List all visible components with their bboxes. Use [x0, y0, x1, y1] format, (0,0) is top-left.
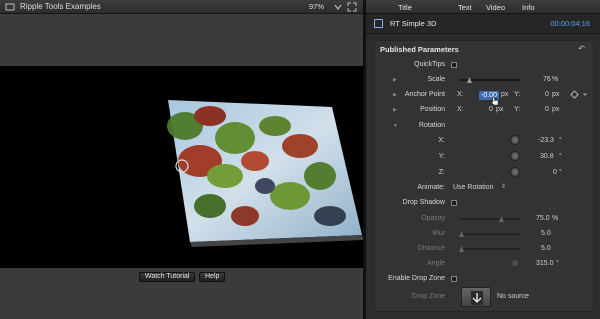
enable-drop-zone-label: Enable Drop Zone: [388, 275, 445, 282]
tab-title[interactable]: Title: [398, 3, 412, 12]
rotation-z-value[interactable]: 0: [553, 169, 557, 176]
rotation-y-unit: °: [559, 153, 562, 160]
video-canvas[interactable]: [0, 66, 363, 268]
tab-video[interactable]: Video: [486, 3, 505, 12]
animate-popup[interactable]: Use Rotation: [453, 184, 493, 191]
viewer-background-top: [0, 14, 363, 66]
rotation-y-label: Y:: [438, 153, 445, 160]
angle-dial[interactable]: [510, 258, 520, 268]
drop-shadow-label: Drop Shadow: [402, 199, 445, 206]
rotation-z-label: Z:: [438, 169, 445, 176]
slider-track: [459, 218, 521, 220]
blur-label: Blur: [432, 230, 445, 237]
tab-text[interactable]: Text: [458, 3, 472, 12]
keyframe-icon[interactable]: [570, 90, 579, 99]
blur-slider[interactable]: [459, 231, 521, 237]
viewer-panel: Ripple Tools Examples 97% Watch Tutorial…: [0, 0, 363, 319]
inspector-tabs: Title Text Video Info: [366, 0, 600, 14]
disclosure-triangle-open-icon[interactable]: ▼: [393, 123, 398, 129]
viewer-menu-icon[interactable]: [5, 2, 15, 12]
position-x-value[interactable]: 0: [489, 106, 493, 113]
drop-zone-source: No source: [497, 293, 529, 300]
tab-info[interactable]: Info: [522, 3, 535, 12]
inspector-panel: Title Text Video Info RT Simple 3D 00:00…: [366, 0, 600, 319]
drop-zone-label: Drop Zone: [411, 293, 445, 300]
distance-slider[interactable]: [459, 246, 521, 252]
rotation-z-unit: °: [559, 169, 562, 176]
reset-icon[interactable]: ↶: [578, 44, 585, 53]
rotation-x-label: X:: [438, 137, 445, 144]
anchor-y-value[interactable]: 0: [545, 91, 549, 98]
opacity-value[interactable]: 75.0: [536, 215, 550, 222]
position-y-value[interactable]: 0: [545, 106, 549, 113]
position-label: Position: [420, 106, 445, 113]
cursor-hand-icon: [491, 95, 499, 105]
disclosure-triangle-icon[interactable]: ▶: [393, 77, 397, 83]
scale-unit: %: [552, 76, 559, 83]
slider-track: [459, 233, 521, 235]
anchor-y-label: Y:: [514, 91, 521, 98]
watch-tutorial-button[interactable]: Watch Tutorial: [139, 272, 196, 282]
distance-label: Distance: [417, 245, 445, 252]
angle-unit: °: [556, 260, 559, 267]
slider-track: [459, 248, 521, 250]
scale-label: Scale: [427, 76, 445, 83]
anchor-point-label: Anchor Point: [404, 91, 445, 98]
effect-icon: [374, 19, 383, 28]
rotation-label: Rotation: [418, 122, 445, 129]
rotation-x-value[interactable]: -23.3: [538, 137, 554, 144]
rotation-x-unit: °: [559, 137, 562, 144]
angle-value[interactable]: 315.0: [536, 260, 554, 267]
rotation-x-dial[interactable]: [510, 135, 520, 145]
effect-name: RT Simple 3D: [390, 19, 437, 28]
chevron-down-icon[interactable]: [333, 2, 343, 12]
drop-shadow-checkbox[interactable]: [451, 200, 457, 206]
rotated-video-frame: [167, 100, 363, 247]
blur-value[interactable]: 5.0: [541, 230, 551, 237]
distance-value[interactable]: 5.0: [541, 245, 551, 252]
chevron-down-icon[interactable]: [582, 91, 588, 98]
fullscreen-icon[interactable]: [347, 2, 357, 12]
position-y-unit: px: [552, 106, 560, 113]
section-title: Published Parameters: [380, 45, 459, 54]
animate-label: Animate:: [417, 184, 445, 191]
effect-header: RT Simple 3D 00:00:04;16: [366, 14, 600, 34]
drop-zone-well[interactable]: [461, 287, 491, 307]
rotation-y-dial[interactable]: [510, 151, 520, 161]
quicktips-label: QuickTips: [414, 61, 445, 68]
position-x-label: X:: [457, 106, 464, 113]
quicktips-checkbox[interactable]: [451, 62, 457, 68]
anchor-x-unit: px: [501, 91, 509, 98]
position-x-unit: px: [496, 106, 504, 113]
disclosure-triangle-icon[interactable]: ▶: [393, 92, 397, 98]
opacity-label: Opacity: [421, 215, 445, 222]
angle-label: Angle: [427, 260, 445, 267]
opacity-unit: %: [552, 215, 559, 222]
disclosure-triangle-icon[interactable]: ▶: [393, 107, 397, 113]
rotation-y-value[interactable]: 30.8: [540, 153, 554, 160]
scale-value[interactable]: 76: [543, 76, 551, 83]
opacity-slider[interactable]: [459, 216, 521, 222]
published-parameters-panel: Published Parameters ↶ QuickTips ▶ Scale…: [374, 40, 594, 312]
enable-drop-zone-checkbox[interactable]: [451, 276, 457, 282]
scale-slider[interactable]: [459, 77, 521, 83]
help-button[interactable]: Help: [199, 272, 226, 282]
zoom-level[interactable]: 97%: [309, 2, 324, 11]
anchor-y-unit: px: [552, 91, 560, 98]
position-y-label: Y:: [514, 106, 521, 113]
viewer-titlebar: Ripple Tools Examples 97%: [0, 0, 363, 14]
rotation-z-dial[interactable]: [510, 167, 520, 177]
download-arrow-icon: [471, 291, 483, 305]
popup-arrows-icon[interactable]: ⇕: [501, 183, 506, 190]
timecode: 00:00:04;16: [550, 19, 590, 28]
viewer-title: Ripple Tools Examples: [20, 2, 101, 11]
anchor-x-label: X:: [457, 91, 464, 98]
